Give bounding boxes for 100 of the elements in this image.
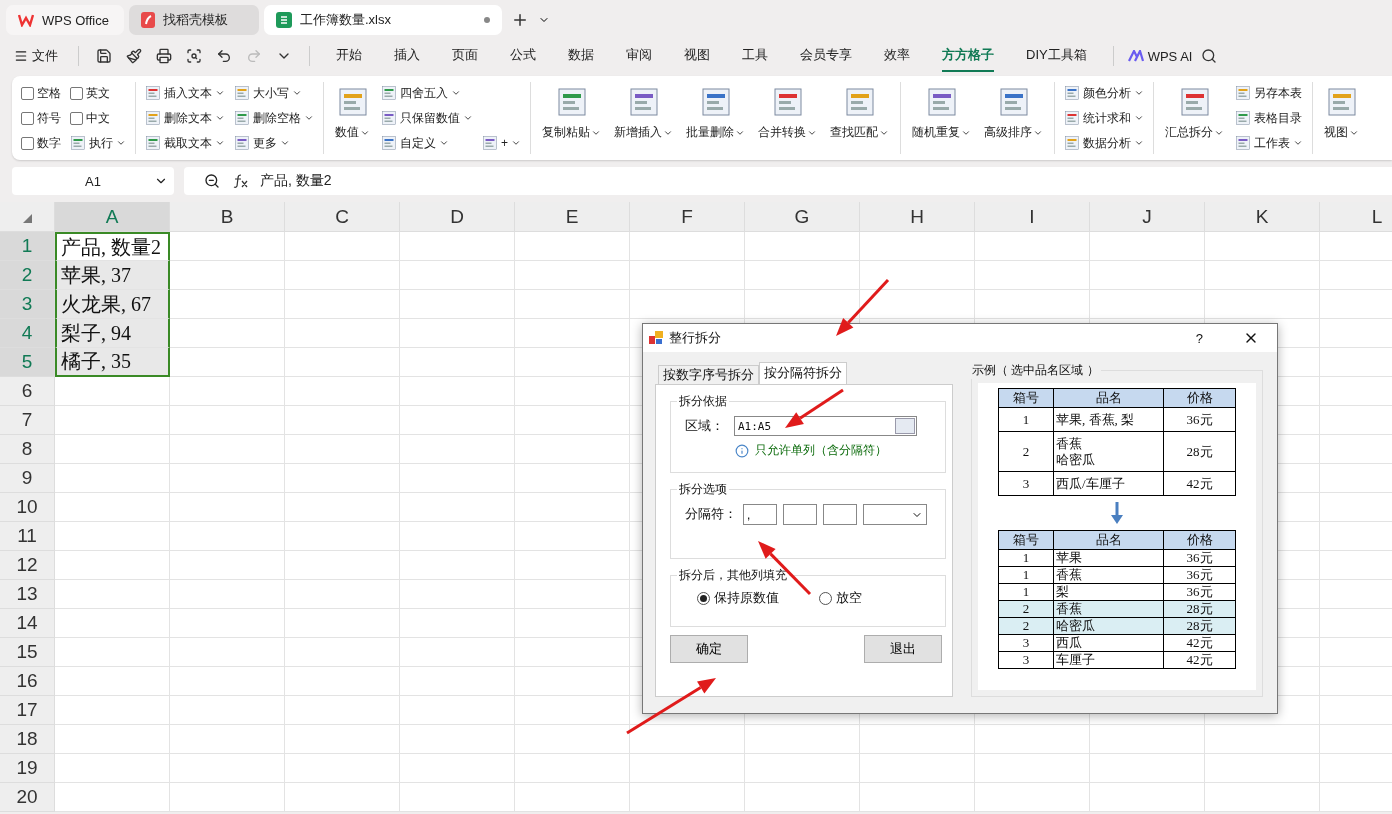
table-cell[interactable] xyxy=(745,754,860,783)
table-cell[interactable] xyxy=(1205,261,1320,290)
table-cell[interactable] xyxy=(400,725,515,754)
select-all-icon[interactable] xyxy=(22,214,32,223)
ribbon-button[interactable]: 更多 xyxy=(234,132,314,154)
table-cell[interactable] xyxy=(860,783,975,812)
table-cell[interactable] xyxy=(630,725,745,754)
table-cell[interactable] xyxy=(515,232,630,261)
table-cell[interactable] xyxy=(515,696,630,725)
table-cell[interactable] xyxy=(975,232,1090,261)
row-header[interactable]: 4 xyxy=(0,319,55,348)
table-cell[interactable] xyxy=(170,696,285,725)
table-cell[interactable] xyxy=(400,551,515,580)
table-cell[interactable] xyxy=(515,435,630,464)
table-cell[interactable] xyxy=(630,261,745,290)
column-header[interactable]: D xyxy=(400,202,515,232)
column-header[interactable]: G xyxy=(745,202,860,232)
table-cell[interactable] xyxy=(285,319,400,348)
table-cell[interactable] xyxy=(400,464,515,493)
table-cell[interactable] xyxy=(1205,290,1320,319)
row-header[interactable]: 12 xyxy=(0,551,55,580)
table-cell[interactable] xyxy=(55,783,170,812)
ribbon-tab[interactable]: 数据 xyxy=(568,40,594,72)
name-box[interactable]: A1 xyxy=(12,167,174,195)
table-cell[interactable] xyxy=(515,493,630,522)
ribbon-button[interactable]: 随机重复 xyxy=(910,82,973,141)
table-cell[interactable]: 梨子, 94 xyxy=(55,319,170,348)
ribbon-button[interactable]: 数据分析 xyxy=(1064,132,1144,154)
table-cell[interactable] xyxy=(745,261,860,290)
table-cell[interactable] xyxy=(285,725,400,754)
table-cell[interactable] xyxy=(170,754,285,783)
row-header[interactable]: 1 xyxy=(0,232,55,261)
table-cell[interactable] xyxy=(285,580,400,609)
ribbon-button[interactable]: 汇总拆分 xyxy=(1163,82,1226,141)
table-cell[interactable] xyxy=(400,609,515,638)
table-cell[interactable] xyxy=(860,232,975,261)
table-cell[interactable] xyxy=(285,464,400,493)
row-header[interactable]: 18 xyxy=(0,725,55,754)
ribbon-button[interactable]: 四舍五入 xyxy=(381,82,473,104)
table-cell[interactable] xyxy=(170,609,285,638)
table-cell[interactable] xyxy=(55,580,170,609)
checkbox[interactable]: 符号 xyxy=(21,107,61,129)
table-cell[interactable] xyxy=(170,725,285,754)
table-cell[interactable] xyxy=(515,783,630,812)
dialog-tab[interactable]: 按分隔符拆分 xyxy=(759,362,847,384)
table-cell[interactable] xyxy=(515,522,630,551)
table-cell[interactable] xyxy=(630,232,745,261)
table-cell[interactable]: 火龙果, 67 xyxy=(55,290,170,319)
table-cell[interactable] xyxy=(1205,232,1320,261)
ribbon-button[interactable]: 统计求和 xyxy=(1064,107,1144,129)
ribbon-tab[interactable]: 会员专享 xyxy=(800,40,852,72)
table-cell[interactable] xyxy=(515,754,630,783)
table-cell[interactable] xyxy=(630,290,745,319)
table-cell[interactable] xyxy=(170,638,285,667)
row-header[interactable]: 7 xyxy=(0,406,55,435)
table-cell[interactable] xyxy=(745,783,860,812)
ribbon-button[interactable]: 高级排序 xyxy=(982,82,1045,141)
table-cell[interactable] xyxy=(515,406,630,435)
ribbon-tab[interactable]: 工具 xyxy=(742,40,768,72)
row-header[interactable]: 20 xyxy=(0,783,55,812)
column-header[interactable]: J xyxy=(1090,202,1205,232)
row-header[interactable]: 15 xyxy=(0,638,55,667)
table-cell[interactable] xyxy=(1205,783,1320,812)
row-header[interactable]: 11 xyxy=(0,522,55,551)
table-cell[interactable] xyxy=(400,783,515,812)
column-header[interactable]: F xyxy=(630,202,745,232)
table-cell[interactable] xyxy=(515,377,630,406)
column-header[interactable]: A xyxy=(55,202,170,232)
ribbon-button[interactable]: 另存本表 xyxy=(1235,82,1303,104)
table-cell[interactable] xyxy=(745,290,860,319)
ribbon-button[interactable]: 执行 xyxy=(70,132,126,154)
ribbon-tab[interactable]: 审阅 xyxy=(626,40,652,72)
table-cell[interactable] xyxy=(860,754,975,783)
checkbox[interactable]: 中文 xyxy=(70,107,126,129)
ribbon-button[interactable]: 复制粘贴 xyxy=(540,82,603,141)
table-cell[interactable] xyxy=(400,435,515,464)
table-cell[interactable] xyxy=(55,493,170,522)
table-cell[interactable] xyxy=(1090,725,1205,754)
table-cell[interactable] xyxy=(55,522,170,551)
table-cell[interactable] xyxy=(515,464,630,493)
table-cell[interactable] xyxy=(285,696,400,725)
file-menu[interactable]: 文件 xyxy=(14,47,66,65)
table-cell[interactable] xyxy=(285,406,400,435)
table-cell[interactable] xyxy=(285,522,400,551)
ribbon-tab[interactable]: 插入 xyxy=(394,40,420,72)
ribbon-button[interactable]: 只保留数值 xyxy=(381,107,473,129)
dropdown[interactable] xyxy=(863,504,927,525)
table-cell[interactable] xyxy=(745,725,860,754)
row-header[interactable]: 16 xyxy=(0,667,55,696)
table-cell[interactable] xyxy=(55,667,170,696)
column-header[interactable]: L xyxy=(1320,202,1392,232)
table-cell[interactable] xyxy=(170,435,285,464)
ribbon-button[interactable]: 合并转换 xyxy=(756,82,819,141)
table-cell[interactable] xyxy=(515,725,630,754)
table-cell[interactable] xyxy=(285,754,400,783)
table-cell[interactable] xyxy=(515,319,630,348)
table-cell[interactable] xyxy=(975,725,1090,754)
table-cell[interactable] xyxy=(285,435,400,464)
ribbon-button[interactable]: 数值 xyxy=(333,82,372,141)
ribbon-button[interactable]: 删除文本 xyxy=(145,107,225,129)
